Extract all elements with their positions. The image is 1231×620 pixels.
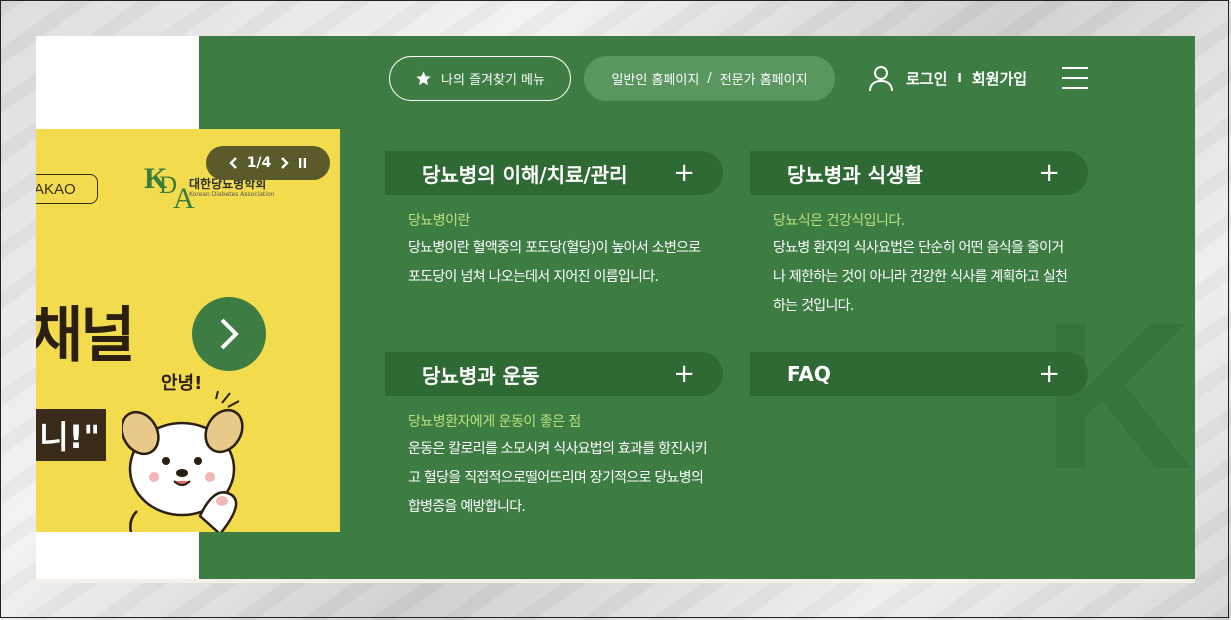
card-description: 당뇨병이란 혈액중의 포도당(혈당)이 높아서 소변으로 포도당이 넘쳐 나오는… <box>408 240 701 285</box>
card-diabetes-diet: 당뇨병과 식생활 + 당뇨식은 건강식입니다. 당뇨병 환자의 식사요법은 단순… <box>750 151 1088 321</box>
next-arrow-icon[interactable] <box>280 157 289 169</box>
banner-quote: 니!" <box>36 409 106 461</box>
slide-controls: 1/4 <box>206 146 330 180</box>
signup-link[interactable]: 회원가입 <box>972 68 1027 89</box>
user-icon[interactable] <box>867 64 895 92</box>
plus-icon[interactable]: + <box>673 361 695 387</box>
card-diabetes-understanding: 당뇨병의 이해/치료/관리 + 당뇨병이란 당뇨병이란 혈액중의 포도당(혈당)… <box>385 151 723 292</box>
prev-arrow-icon[interactable] <box>228 157 238 169</box>
banner-headline: 채널 <box>36 301 135 371</box>
homepage-switcher: 일반인 홈페이지 / 전문가 홈페이지 <box>584 56 835 101</box>
star-icon <box>416 71 431 86</box>
account-divider: I <box>957 71 962 85</box>
kakao-tag: AKAO <box>36 174 98 204</box>
home-separator: / <box>707 71 712 86</box>
card-title: 당뇨병의 이해/치료/관리 <box>422 162 628 187</box>
card-subtitle[interactable]: 당뇨병환자에게 운동이 좋은 점 <box>408 411 723 431</box>
card-header[interactable]: 당뇨병과 운동 + <box>385 352 723 396</box>
pause-icon[interactable] <box>298 158 307 168</box>
plus-icon[interactable]: + <box>1038 160 1060 186</box>
background-watermark-letter: K <box>1041 278 1193 513</box>
card-header[interactable]: 당뇨병과 식생활 + <box>750 151 1088 195</box>
expert-home-link[interactable]: 전문가 홈페이지 <box>720 69 808 88</box>
chevron-right-icon <box>220 318 239 350</box>
card-diabetes-exercise: 당뇨병과 운동 + 당뇨병환자에게 운동이 좋은 점 운동은 칼로리를 소모시켜… <box>385 352 723 522</box>
plus-icon[interactable]: + <box>1038 361 1060 387</box>
card-subtitle[interactable]: 당뇨병이란 <box>408 210 723 230</box>
card-header[interactable]: FAQ + <box>750 352 1088 396</box>
card-header[interactable]: 당뇨병의 이해/치료/관리 + <box>385 151 723 195</box>
card-subtitle[interactable]: 당뇨식은 건강식입니다. <box>773 210 1088 230</box>
promo-banner-slide[interactable]: AKAO K D A 대한당뇨병학회 Korean Diabetes Assoc… <box>36 129 340 532</box>
favorites-label: 나의 즐겨찾기 메뉴 <box>441 73 545 88</box>
plus-icon[interactable]: + <box>673 160 695 186</box>
favorites-menu-button[interactable]: 나의 즐겨찾기 메뉴 <box>389 56 571 101</box>
card-description: 운동은 칼로리를 소모시켜 식사요법의 효과를 항진시키고 혈당을 직접적으로떨… <box>408 441 708 515</box>
card-title: FAQ <box>787 362 831 386</box>
general-home-link[interactable]: 일반인 홈페이지 <box>611 69 699 88</box>
card-title: 당뇨병과 운동 <box>422 363 540 388</box>
banner-next-button[interactable] <box>192 297 266 371</box>
puppy-mascot-illustration <box>122 391 244 532</box>
main-menu-panel: K 나의 즐겨찾기 메뉴 일반인 홈페이지 / 전문가 홈페이지 로그인 I 회… <box>199 36 1195 579</box>
hamburger-menu-icon[interactable] <box>1062 67 1088 89</box>
card-description: 당뇨병 환자의 식사요법은 단순히 어떤 음식을 줄이거나 제한하는 것이 아니… <box>773 240 1068 314</box>
login-link[interactable]: 로그인 <box>906 68 947 89</box>
card-faq: FAQ + <box>750 352 1088 396</box>
card-title: 당뇨병과 식생활 <box>787 162 923 187</box>
bottom-strip <box>36 579 1195 583</box>
slide-counter: 1/4 <box>246 155 272 171</box>
account-links: 로그인 I 회원가입 <box>867 64 1027 92</box>
